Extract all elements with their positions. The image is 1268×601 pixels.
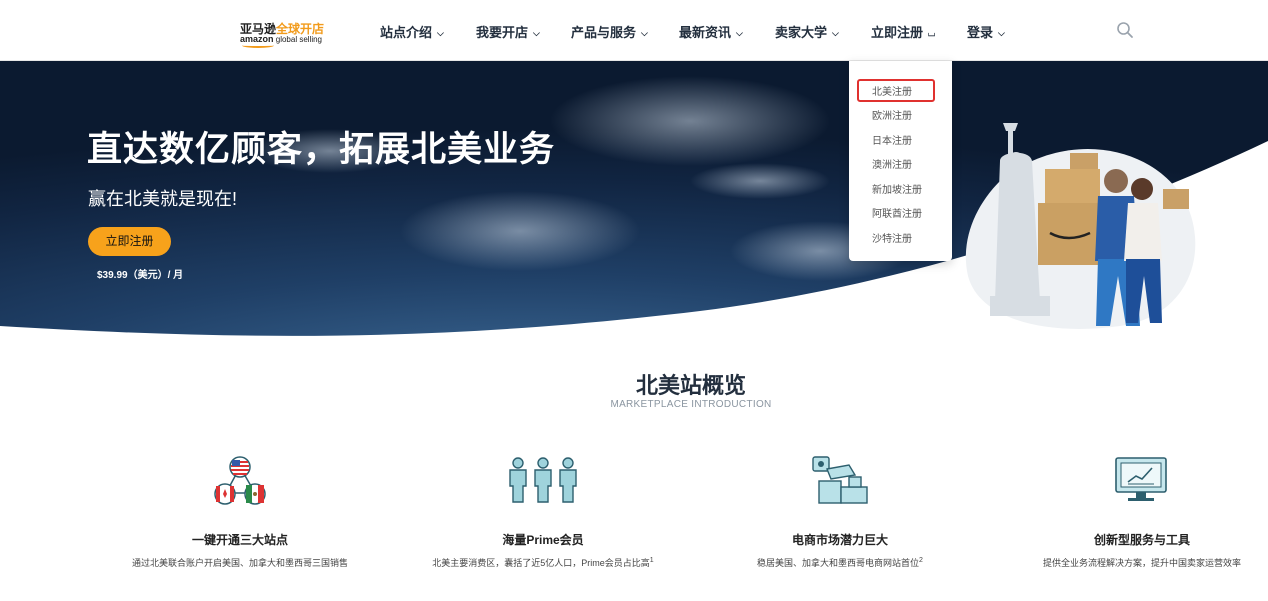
feature-title: 电商市场潜力巨大 [791,533,888,547]
dropdown-item-europe[interactable]: 欧洲注册 [872,107,912,122]
flags-icon [214,456,266,505]
nav-latest-news[interactable]: 最新资讯 ⌵ [679,22,743,41]
dropdown-item-saudi[interactable]: 沙特注册 [872,230,912,245]
highlight-box [857,79,935,102]
nav-seller-university[interactable]: 卖家大学 ⌵ [775,22,839,41]
amazon-smile-icon [242,43,274,48]
nav-register-now[interactable]: 立即注册 ⌴ [871,22,935,41]
feature-title: 创新型服务与工具 [1093,533,1190,547]
feature-desc: 稳居美国、加拿大和墨西哥电商网站首位2 [757,557,923,568]
chevron-up-icon: ⌴ [928,28,936,38]
monitor-chart-icon [1115,457,1167,501]
hero-banner: 直达数亿顾客，拓展北美业务 赢在北美就是现在! 立即注册 $39.99（美元）/… [0,61,1268,336]
monthly-price: $39.99（美元）/ 月 [97,270,184,281]
nav-site-intro[interactable]: 站点介绍 ⌵ [380,22,444,41]
overview-subtitle: MARKETPLACE INTRODUCTION [610,399,772,410]
feature-desc: 北美主要消费区，囊括了近5亿人口，Prime会员占比高1 [432,557,654,568]
site-header: 亚马逊全球开店 amazon global selling 站点介绍 ⌵ 我要开店… [0,0,1268,61]
dropdown-item-japan[interactable]: 日本注册 [872,132,912,147]
dropdown-item-singapore[interactable]: 新加坡注册 [872,181,922,196]
store-boxes-icon [812,456,868,504]
chevron-down-icon: ⌵ [437,28,444,38]
nav-products-services[interactable]: 产品与服务 ⌵ [571,22,648,41]
overview-title: 北美站概览 [635,373,746,398]
people-icon [509,457,577,503]
chevron-down-icon: ⌵ [533,28,540,38]
chevron-down-icon: ⌵ [998,28,1005,38]
dropdown-item-uae[interactable]: 阿联酋注册 [872,205,922,220]
feature-title: 海量Prime会员 [502,533,584,547]
feature-desc: 提供全业务流程解决方案，提升中国卖家运营效率 [1042,558,1241,568]
feature-desc: 通过北美联合账户开启美国、加拿大和墨西哥三国销售 [131,558,348,568]
search-icon[interactable] [1116,21,1134,39]
chevron-down-icon: ⌵ [736,28,743,38]
hero-subtitle: 赢在北美就是现在! [88,189,238,209]
chevron-down-icon: ⌵ [641,28,648,38]
amazon-global-selling-logo[interactable]: 亚马逊全球开店 amazon global selling [240,20,330,48]
hero-title: 直达数亿顾客，拓展北美业务 [87,130,556,169]
register-now-button[interactable]: 立即注册 [88,227,171,256]
nav-open-store[interactable]: 我要开店 ⌵ [476,22,540,41]
chevron-down-icon: ⌵ [832,28,839,38]
dropdown-item-australia[interactable]: 澳洲注册 [872,156,912,171]
feature-title: 一键开通三大站点 [191,533,288,547]
nav-login[interactable]: 登录 ⌵ [967,22,1005,41]
